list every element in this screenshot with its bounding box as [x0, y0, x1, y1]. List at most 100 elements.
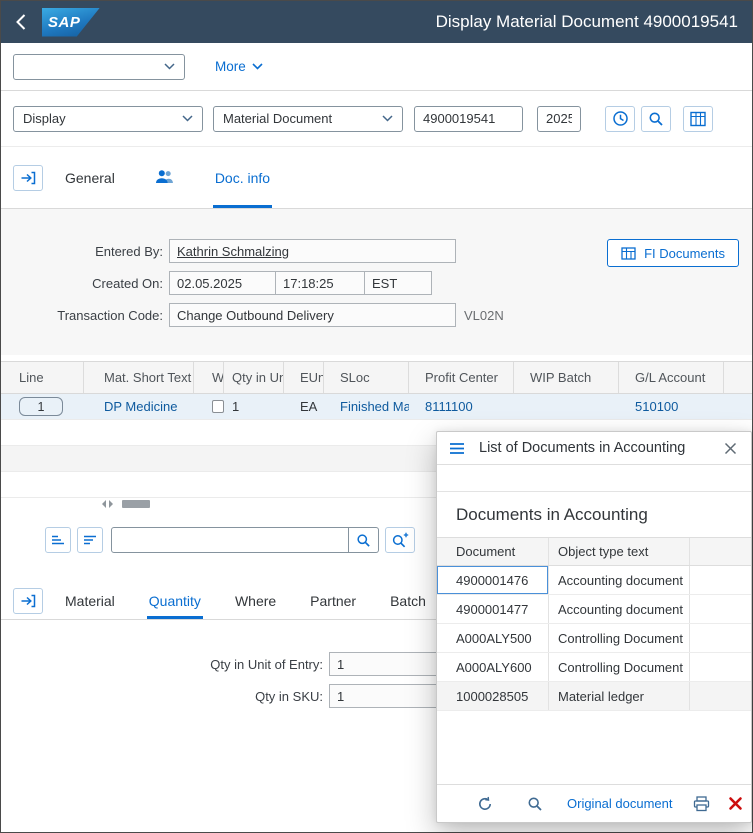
close-icon[interactable]	[720, 440, 741, 457]
close-dialog-button[interactable]	[728, 796, 743, 811]
table-icon	[690, 111, 706, 127]
column-header-line[interactable]: Line	[1, 362, 84, 393]
sort-descending-icon	[83, 534, 97, 546]
sap-logo-text: SAP	[48, 14, 80, 31]
more-label: More	[215, 59, 246, 74]
scroll-right-icon[interactable]	[109, 500, 117, 508]
expand-section-icon	[20, 594, 36, 608]
document-number-input[interactable]	[414, 106, 523, 132]
expand-header-button[interactable]	[13, 165, 43, 191]
column-header-sloc[interactable]: SLoc	[324, 362, 409, 393]
tab-partner[interactable]: Partner	[308, 582, 358, 619]
tab-doc-info[interactable]: Doc. info	[213, 147, 272, 208]
column-header-mat-short-text[interactable]: Mat. Short Text	[84, 362, 194, 393]
cell-object-type[interactable]: Controlling Document	[549, 624, 690, 652]
document-row[interactable]: 4900001476 Accounting document	[437, 566, 751, 595]
table-search-button[interactable]	[349, 527, 379, 553]
year-input[interactable]	[537, 106, 581, 132]
created-time-value: 17:18:25	[283, 276, 334, 291]
column-header-profit-center[interactable]: Profit Center	[409, 362, 514, 393]
column-header-gl-account[interactable]: G/L Account	[619, 362, 724, 393]
refresh-button[interactable]	[477, 796, 493, 812]
cell-document[interactable]: A000ALY500	[437, 624, 549, 652]
fi-documents-button[interactable]: FI Documents	[607, 239, 739, 267]
transaction-code-label: Transaction Code:	[1, 308, 163, 323]
find-button[interactable]	[527, 796, 543, 812]
search-button[interactable]	[641, 106, 671, 132]
dialog-header: List of Documents in Accounting	[437, 432, 751, 465]
tab-batch[interactable]: Batch	[388, 582, 428, 619]
cell-profit-center[interactable]: 8111100	[409, 394, 514, 419]
qty-entry-label: Qty in Unit of Entry:	[1, 657, 323, 672]
tab-batch-label: Batch	[390, 593, 426, 609]
created-time-field[interactable]: 17:18:25	[275, 271, 365, 295]
document-row[interactable]: 1000028505 Material ledger	[437, 682, 751, 711]
cell-mat-short-text[interactable]: DP Medicine	[84, 394, 194, 419]
original-document-button[interactable]: Original document	[567, 796, 673, 811]
tab-where[interactable]: Where	[233, 582, 278, 619]
column-header-filler	[690, 538, 751, 565]
header-tabstrip: General Doc. info	[1, 147, 752, 209]
chevron-down-icon	[382, 115, 393, 122]
display-grid-button[interactable]	[683, 106, 713, 132]
more-menu-button[interactable]: More	[215, 59, 263, 74]
sort-descending-button[interactable]	[77, 527, 103, 553]
document-row[interactable]: A000ALY500 Controlling Document	[437, 624, 751, 653]
column-header-document[interactable]: Document	[437, 538, 549, 565]
cell-object-type[interactable]: Accounting document	[549, 566, 690, 594]
column-header-qty-une[interactable]: Qty in UnE	[224, 362, 284, 393]
cell-document[interactable]: A000ALY600	[437, 653, 549, 681]
cell-object-type[interactable]: Material ledger	[549, 682, 690, 710]
back-chevron-icon	[15, 13, 26, 31]
cell-object-type[interactable]: Accounting document	[549, 595, 690, 623]
timezone-field[interactable]: EST	[364, 271, 432, 295]
cell-eun[interactable]: EA	[284, 394, 324, 419]
cell-document[interactable]: 4900001476	[437, 566, 549, 594]
back-button[interactable]	[15, 13, 26, 31]
expand-detail-button[interactable]	[13, 588, 43, 614]
dialog-footer: Original document	[437, 784, 751, 822]
cell-document[interactable]: 4900001477	[437, 595, 549, 623]
table-filter-input[interactable]	[111, 527, 349, 553]
created-on-label: Created On:	[1, 276, 163, 291]
w-checkbox[interactable]	[212, 400, 224, 413]
entered-by-field[interactable]: Kathrin Schmalzing	[169, 239, 456, 263]
row-selector[interactable]: 1	[19, 397, 63, 416]
scrollbar-thumb[interactable]	[122, 500, 150, 508]
transaction-code-field[interactable]: Change Outbound Delivery	[169, 303, 456, 327]
document-row[interactable]: A000ALY600 Controlling Document	[437, 653, 751, 682]
menu-icon[interactable]	[447, 440, 467, 457]
cell-document[interactable]: 1000028505	[437, 682, 549, 710]
column-header-object-type[interactable]: Object type text	[549, 538, 690, 565]
object-type-select[interactable]: Material Document	[213, 106, 403, 132]
command-field[interactable]	[13, 54, 185, 80]
tab-material[interactable]: Material	[63, 582, 117, 619]
hamburger-icon	[449, 442, 465, 455]
tab-general[interactable]: General	[63, 147, 117, 208]
mode-select[interactable]: Display	[13, 106, 203, 132]
document-row[interactable]: 4900001477 Accounting document	[437, 595, 751, 624]
search-icon	[527, 796, 543, 812]
cell-wip-batch[interactable]	[514, 394, 619, 419]
column-header-wip-batch[interactable]: WIP Batch	[514, 362, 619, 393]
table-row[interactable]: 1 DP Medicine 1 EA Finished Mat 8111100 …	[1, 394, 752, 420]
tab-quantity[interactable]: Quantity	[147, 582, 203, 619]
column-header-w[interactable]: W	[194, 362, 224, 393]
people-icon[interactable]	[155, 169, 175, 187]
created-date-field[interactable]: 02.05.2025	[169, 271, 276, 295]
column-header-eun[interactable]: EUn	[284, 362, 324, 393]
cell-object-type[interactable]: Controlling Document	[549, 653, 690, 681]
search-more-button[interactable]	[385, 527, 415, 553]
print-button[interactable]	[693, 796, 710, 812]
scroll-left-icon[interactable]	[98, 500, 106, 508]
cell-qty-une[interactable]: 1	[224, 394, 284, 419]
sort-ascending-button[interactable]	[45, 527, 71, 553]
chevron-down-icon	[164, 63, 175, 70]
history-button[interactable]	[605, 106, 635, 132]
entered-by-label: Entered By:	[1, 244, 163, 259]
shell-header: SAP Display Material Document 4900019541	[1, 1, 752, 43]
cell-sloc[interactable]: Finished Mat	[324, 394, 409, 419]
entered-by-value: Kathrin Schmalzing	[177, 244, 289, 259]
cell-gl-account[interactable]: 510100	[619, 394, 724, 419]
items-table-header: Line Mat. Short Text W Qty in UnE EUn SL…	[1, 362, 752, 394]
